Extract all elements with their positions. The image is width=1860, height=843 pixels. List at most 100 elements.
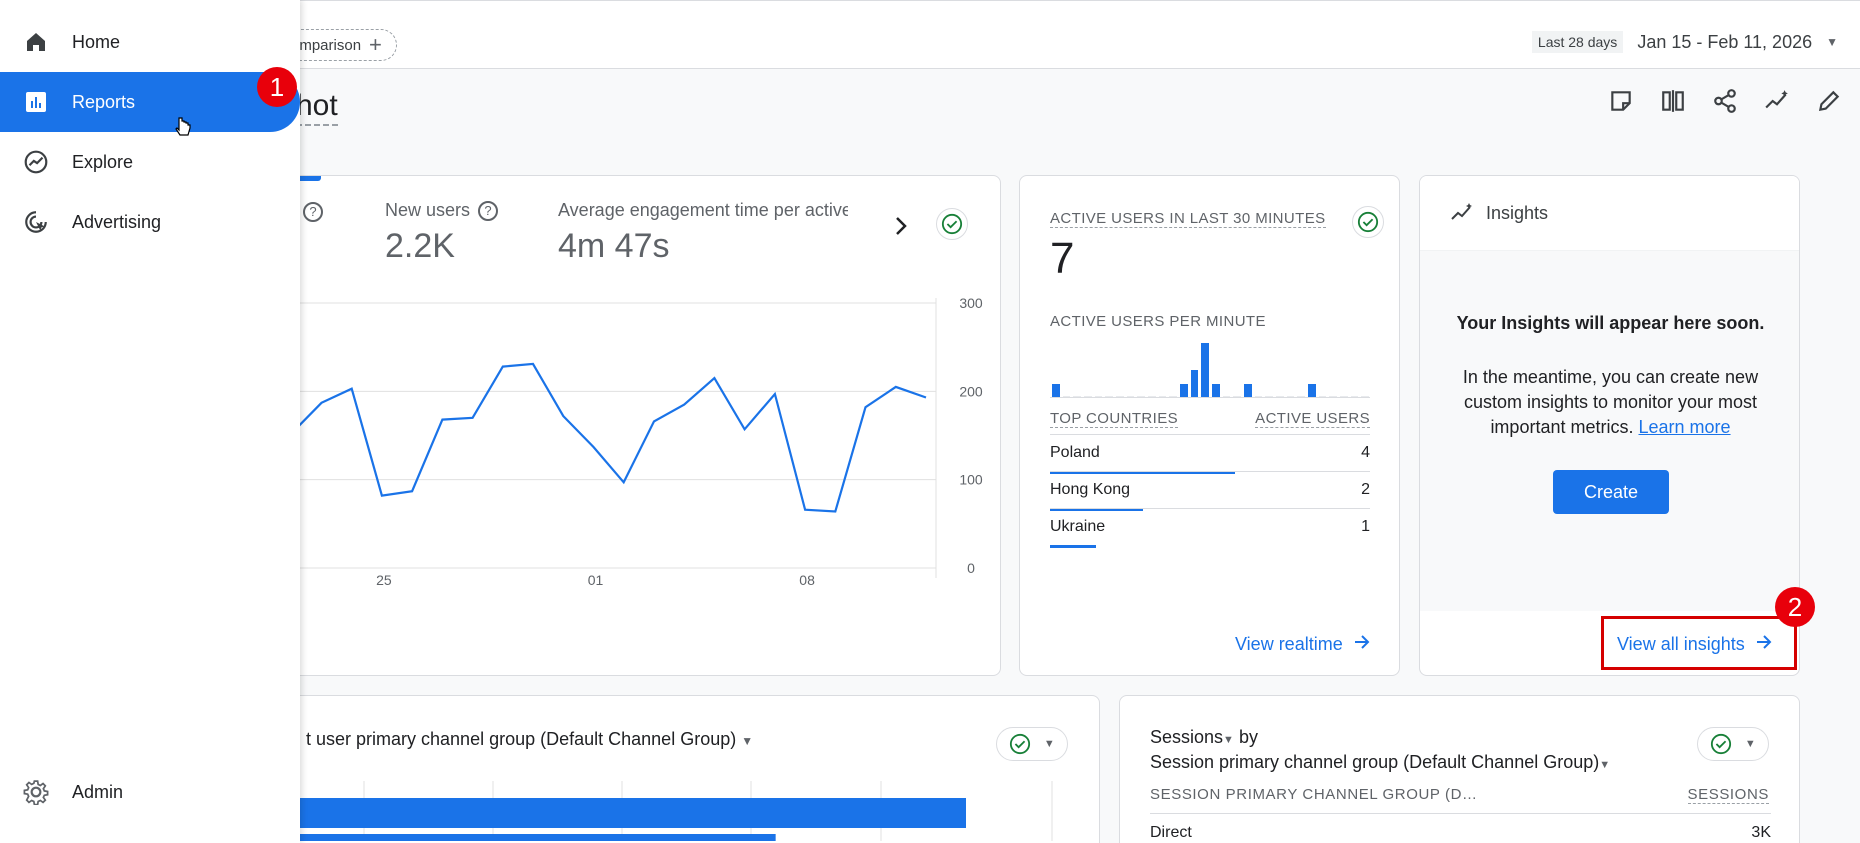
col-header-sessions: SESSIONS [1687,786,1769,804]
table-row[interactable]: Direct 3K [1150,824,1771,842]
per-minute-bar [1329,396,1337,397]
date-range-value: Jan 15 - Feb 11, 2026 [1637,31,1813,52]
insights-card: Insights Your Insights will appear here … [1419,175,1800,676]
advertising-icon [22,208,50,236]
sidebar-nav: Home Reports Explore Advertising Admin [0,0,300,843]
country-users: 2 [1361,480,1370,498]
per-minute-bar [1244,383,1252,397]
metric-label: Average engagement time per active us [558,200,848,220]
country-users: 1 [1361,517,1370,535]
row-value: 3K [1751,824,1771,841]
per-minute-bar [1169,396,1177,397]
mouse-cursor-icon [174,116,192,145]
data-quality-menu[interactable]: ▼ [996,727,1068,761]
analytics-page: omparison + Last 28 days Jan 15 - Feb 11… [0,0,1860,843]
sidebar-item-label: Admin [72,781,124,802]
compare-icon[interactable] [1660,88,1686,114]
bar-chart-icon [22,88,50,116]
metric-label: New users [385,200,471,220]
caret-down-icon: ▼ [741,734,754,748]
share-icon[interactable] [1712,88,1738,114]
y-tick-label: 0 [967,560,975,576]
insights-body-line: In the meantime, you can create new [1462,367,1759,387]
insights-headline: Your Insights will appear here soon. [1456,313,1765,333]
countries-header: TOP COUNTRIES ACTIVE USERS [1050,410,1370,428]
country-users: 4 [1361,443,1370,461]
sidebar-item-label: Reports [72,91,136,112]
insights-body-line: important metrics. [1490,417,1634,437]
channel-bar [261,834,776,841]
realtime-title[interactable]: ACTIVE USERS IN LAST 30 MINUTES [1050,210,1326,228]
row-label: Direct [1150,824,1192,841]
chevron-right-icon[interactable] [893,216,909,241]
sidebar-item-home[interactable]: Home [0,12,300,72]
sessions-by: by [1238,727,1258,747]
sessions-title-line1[interactable]: Sessions▼ by [1150,727,1258,748]
channel-group-card: t user primary channel group (Default Ch… [260,695,1100,843]
sessions-title-line2[interactable]: Session primary channel group (Default C… [1150,752,1610,773]
per-minute-bar [1052,383,1060,397]
per-minute-bar [1265,396,1273,397]
sidebar-item-reports[interactable]: Reports [0,72,300,132]
view-realtime-link[interactable]: View realtime [1235,633,1371,656]
help-icon[interactable]: ? [303,202,323,222]
data-quality-check-icon[interactable] [1352,206,1384,238]
y-tick-label: 200 [959,383,983,399]
arrow-right-icon [1353,633,1371,656]
explore-icon [22,148,50,176]
table-row[interactable]: Hong Kong 2 [1050,471,1370,511]
date-range-label: Last 28 days [1531,31,1624,53]
per-minute-bar [1308,383,1316,397]
view-realtime-label: View realtime [1235,634,1343,654]
insights-sparkle-icon[interactable] [1764,88,1790,114]
per-minute-bar [1073,396,1081,397]
sessions-dimension: Session primary channel group (Default C… [1150,752,1600,772]
help-icon[interactable]: ? [478,200,499,221]
plus-icon: + [369,32,382,57]
create-insight-button[interactable]: Create [1553,470,1669,514]
col-header-country: TOP COUNTRIES [1050,410,1178,428]
page-title[interactable]: hot [296,88,338,126]
sidebar-item-advertising[interactable]: Advertising [0,192,300,252]
table-row[interactable]: Poland 4 [1050,434,1370,474]
insights-body-line-3: important metrics. Learn more [1420,415,1799,440]
per-minute-bar [1350,396,1359,397]
per-minute-bar [1340,396,1348,397]
per-minute-bar [1318,396,1327,397]
report-toolbar [1608,88,1842,114]
countries-table: TOP COUNTRIES ACTIVE USERS Poland 4 Hong K… [1050,410,1370,610]
col-header-users: ACTIVE USERS [1255,410,1370,428]
metric-new-users[interactable]: New users ? 2.2K [385,200,499,266]
note-icon[interactable] [1608,88,1634,114]
sidebar-item-explore[interactable]: Explore [0,132,300,192]
insights-body-line: custom insights to monitor your most [1463,392,1758,412]
per-minute-bar [1254,396,1263,397]
per-minute-bar [1180,383,1188,397]
per-minute-bar [1158,396,1167,397]
line-chart: 30020010002501Feb08 [261,295,983,586]
data-quality-check-icon[interactable] [936,208,968,240]
per-minute-label: ACTIVE USERS PER MINUTE [1050,313,1266,330]
per-minute-bar [1105,396,1113,397]
share-bar [1050,545,1097,548]
per-minute-bar [1286,396,1295,397]
edit-pencil-icon[interactable] [1816,88,1842,114]
per-minute-bar [1212,383,1220,397]
metric-engagement-time[interactable]: Average engagement time per active us 4m… [558,200,848,266]
per-minute-bar [1062,396,1071,397]
gear-icon [22,778,50,806]
per-minute-bar [1084,396,1092,397]
sidebar-item-admin[interactable]: Admin [0,762,300,822]
country-name: Ukraine [1050,517,1106,535]
table-row[interactable]: Ukraine 1 [1050,508,1370,548]
series-line [261,362,927,513]
x-tick-label: 08 [799,572,815,586]
channel-group-title[interactable]: t user primary channel group (Default Ch… [306,729,753,750]
date-range-picker[interactable]: Last 28 days Jan 15 - Feb 11, 2026 ▼ [1531,31,1838,53]
divider [1150,813,1771,814]
data-quality-menu[interactable]: ▼ [1697,727,1769,761]
learn-more-link[interactable]: Learn more [1639,417,1731,437]
insights-body: Your Insights will appear here soon. In … [1420,251,1799,611]
y-tick-label: 100 [959,472,983,488]
sessions-card: Sessions▼ by Session primary channel gro… [1119,695,1800,843]
